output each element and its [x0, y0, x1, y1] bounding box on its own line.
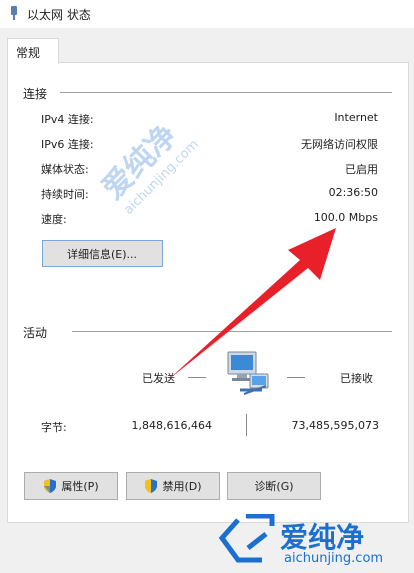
connection-divider [60, 92, 392, 93]
network-computers-icon [227, 351, 269, 395]
watermark-url: aichunjing.com [284, 551, 384, 566]
uac-shield-icon [44, 479, 57, 493]
details-button-label: 详细信息(E)... [67, 247, 138, 261]
diagnose-button-label: 诊断(G) [254, 480, 294, 493]
activity-divider [72, 331, 392, 332]
ipv6-label: IPv6 连接: [41, 138, 94, 151]
connection-heading: 连接 [23, 87, 48, 101]
activity-heading: 活动 [23, 326, 48, 340]
disable-button[interactable]: 禁用(D) [126, 472, 220, 500]
bytes-separator [246, 414, 247, 436]
details-button[interactable]: 详细信息(E)... [42, 240, 163, 267]
duration-value: 02:36:50 [328, 186, 378, 199]
media-state-label: 媒体状态: [41, 163, 89, 176]
properties-button-label: 属性(P) [61, 480, 99, 493]
network-adapter-icon [11, 6, 17, 20]
bytes-received-value: 73,485,595,073 [291, 419, 379, 432]
general-panel [7, 62, 409, 523]
watermark-logo: 爱纯净 aichunjing.com [210, 510, 414, 573]
window-title: 以太网 状态 [27, 8, 91, 22]
ipv6-value: 无网络访问权限 [301, 138, 378, 151]
sent-dash [188, 377, 206, 378]
disable-button-label: 禁用(D) [162, 480, 202, 493]
speed-label: 速度: [41, 213, 67, 226]
properties-button[interactable]: 属性(P) [24, 472, 118, 500]
sent-label: 已发送 [142, 372, 175, 385]
speed-value: 100.0 Mbps [313, 211, 378, 224]
tab-general[interactable]: 常规 [7, 38, 59, 64]
ipv4-value: Internet [334, 111, 378, 124]
bytes-label: 字节: [41, 421, 67, 434]
duration-label: 持续时间: [41, 188, 89, 201]
watermark-logo-icon [218, 514, 275, 563]
uac-shield-icon [145, 479, 158, 493]
diagnose-button[interactable]: 诊断(G) [227, 472, 321, 500]
watermark-brand: 爱纯净 [280, 521, 365, 554]
received-dash [287, 377, 305, 378]
received-label: 已接收 [340, 372, 373, 385]
bytes-sent-value: 1,848,616,464 [131, 419, 212, 432]
media-state-value: 已启用 [345, 163, 378, 176]
title-bar: 以太网 状态 [0, 0, 414, 28]
ipv4-label: IPv4 连接: [41, 113, 94, 126]
tab-general-label: 常规 [16, 46, 41, 60]
